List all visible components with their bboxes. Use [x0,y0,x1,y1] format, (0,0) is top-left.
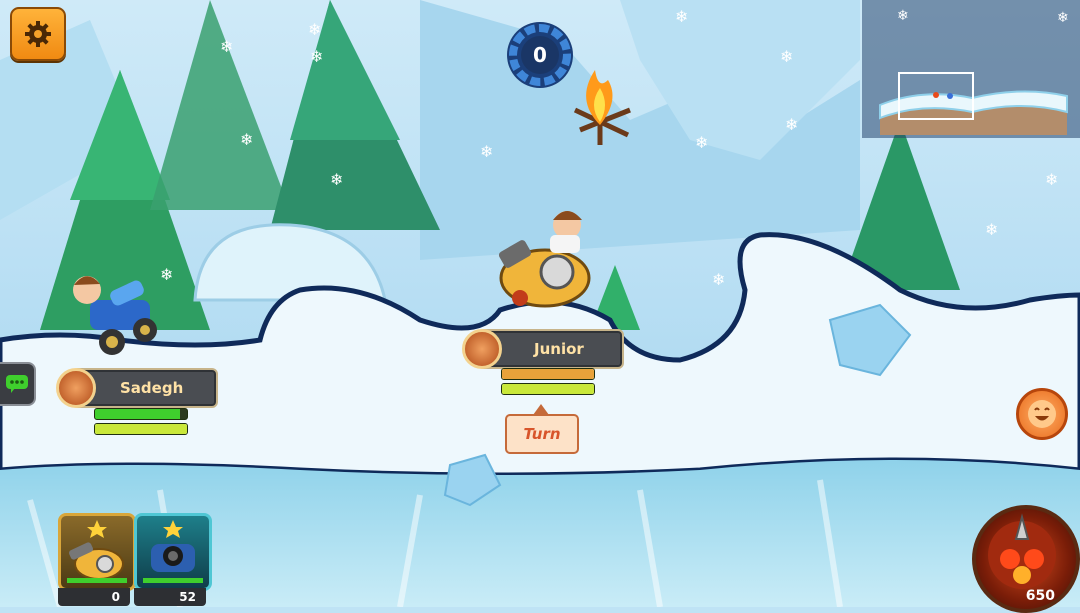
bomber-item-icon [143,520,203,583]
rank-badge-icon [462,329,502,369]
snowflake-icon: ❄ [712,270,725,289]
stamina-bar-fill [502,384,594,394]
snowflake-icon: ❄ [1045,170,1058,189]
snowflake-icon: ❄ [308,20,321,39]
snowflake-icon: ❄ [480,142,493,161]
emoji-button[interactable] [1016,388,1068,440]
cannon-item-icon [67,520,127,583]
player-name: Junior [534,340,584,358]
health-bar [94,408,188,420]
smiley-face-icon [1028,400,1056,428]
snowflake-icon: ❄ [675,7,688,26]
stamina-bar [94,423,188,435]
stamina-bar [501,383,595,395]
health-bar [501,368,595,380]
snowflake-icon: ❄ [780,47,793,66]
item-count-box: 52 [134,588,206,606]
snowflake-icon: ❄ [330,170,343,189]
minimap-viewport[interactable] [898,72,974,120]
settings-button[interactable] [10,7,66,61]
snowflake-icon: ❄ [785,115,798,134]
stamina-bar-fill [95,424,187,434]
turn-indicator: Turn [505,414,579,454]
gear-icon [25,21,51,47]
item-slot-cannon[interactable] [58,513,136,591]
item-count-box: 0 [58,588,130,606]
snowflake-icon: ❄ [695,133,708,152]
special-count: 650 [995,588,1055,606]
turn-label: Turn [523,425,561,443]
snowflake-icon: ❄ [240,130,253,149]
svg-text:❄: ❄ [1057,10,1069,26]
health-bar-fill [95,409,180,419]
player-nameplate: Sadegh [56,368,218,408]
snowflake-icon: ❄ [160,265,173,284]
svg-text:❄: ❄ [897,8,909,24]
snowflake-icon: ❄ [220,37,233,56]
item-count: 52 [179,590,196,604]
item-slot-bomber[interactable] [134,513,212,591]
player-name: Sadegh [120,379,184,397]
player-nameplate: Junior [462,329,624,369]
item-count: 0 [111,590,120,604]
chat-button[interactable] [0,362,36,406]
rank-badge-icon [56,368,96,408]
special-count-value: 650 [1025,588,1055,604]
game-stage: ❄ ❄ ❄ ❄ ❄ ❄ ❄ ❄ ❄ ❄ ❄ ❄ ❄ ❄ 0 ❄ ❄ Sadegh… [0,0,1080,613]
wind-gauge: 0 [505,20,575,90]
chat-bubble-icon [6,375,28,393]
snowflake-icon: ❄ [985,220,998,239]
snowflake-icon: ❄ [310,47,323,66]
health-bar-fill [502,369,594,379]
wind-value: 0 [533,43,547,67]
